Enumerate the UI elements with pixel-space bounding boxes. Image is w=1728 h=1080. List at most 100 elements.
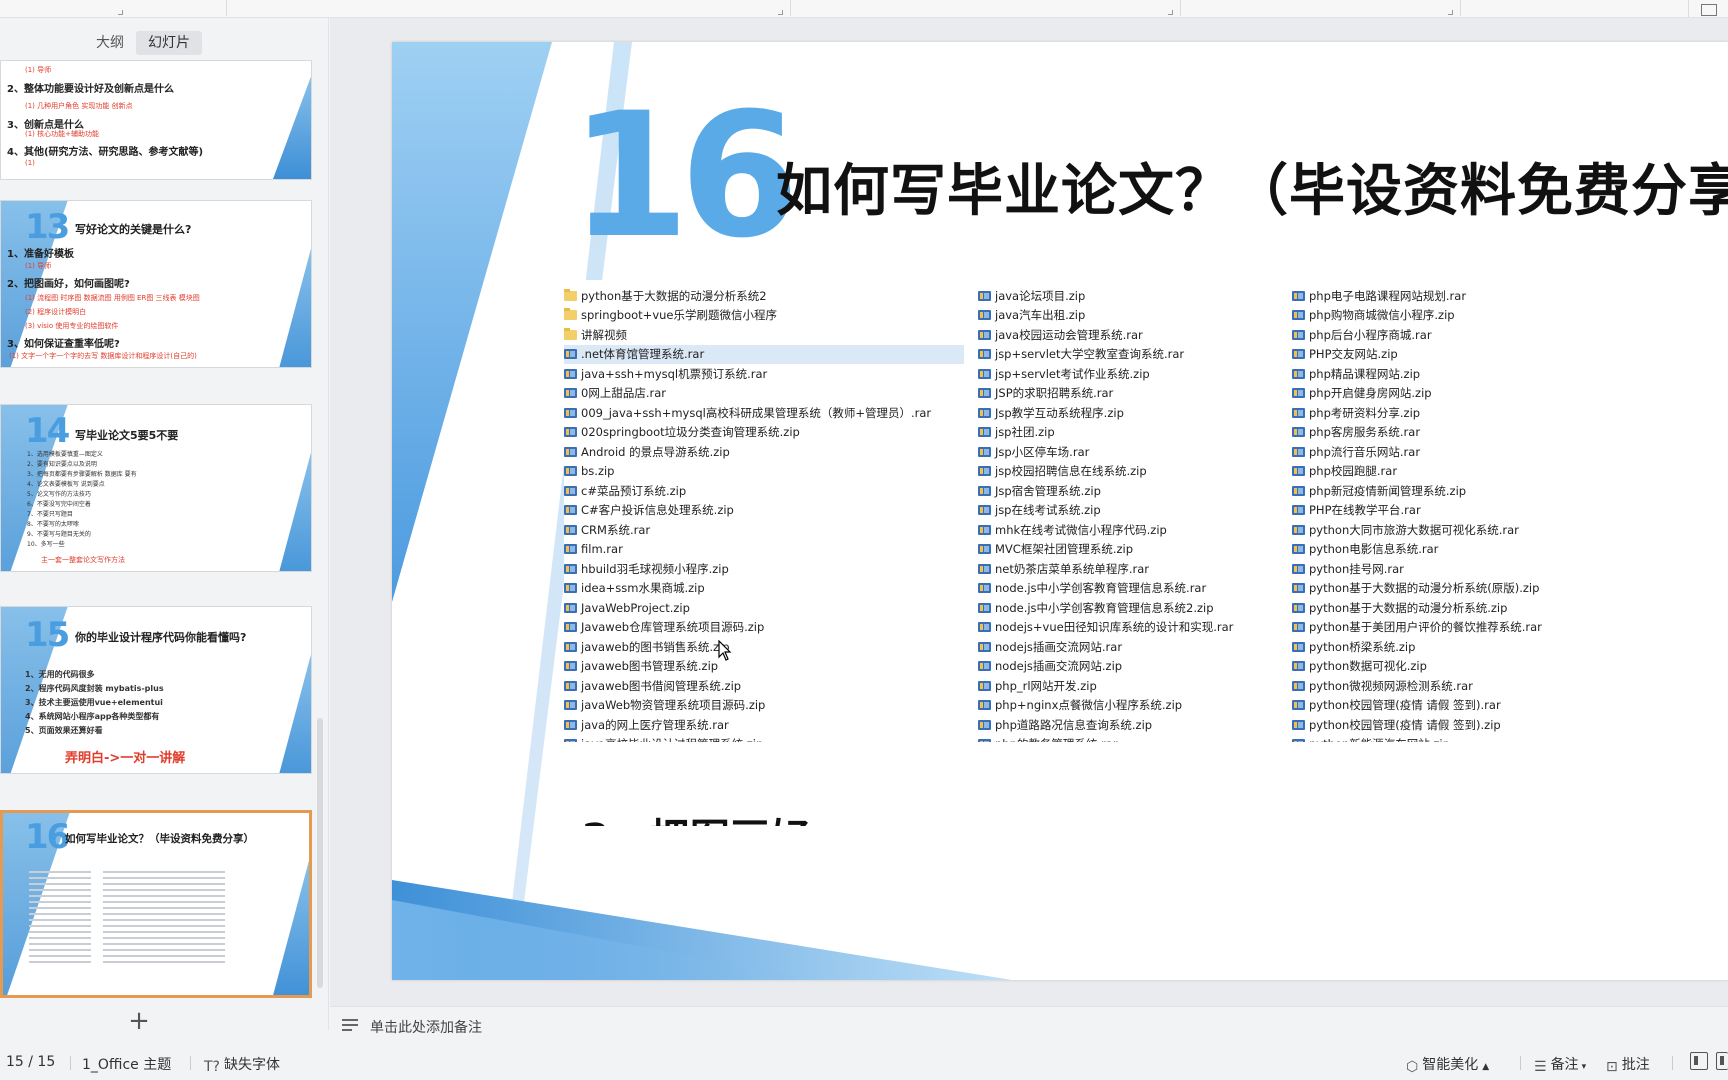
- file-item[interactable]: php客房服务系统.rar: [1292, 423, 1672, 443]
- file-item[interactable]: net奶茶店菜单系统单程序.rar: [978, 559, 1278, 579]
- file-item[interactable]: python校园管理(疫情 请假 签到).rar: [1292, 696, 1672, 716]
- file-item[interactable]: java的网上医疗管理系统.rar: [564, 715, 964, 735]
- theme-name[interactable]: 1_Office 主题: [82, 1054, 171, 1074]
- file-item[interactable]: C#客户投诉信息处理系统.zip: [564, 501, 964, 521]
- file-item[interactable]: MVC框架社团管理系统.zip: [978, 540, 1278, 560]
- file-item[interactable]: python挂号网.rar: [1292, 559, 1672, 579]
- file-item[interactable]: CRM系统.rar: [564, 520, 964, 540]
- file-item[interactable]: idea+ssm水果商城.zip: [564, 579, 964, 599]
- file-item[interactable]: php考研资料分享.zip: [1292, 403, 1672, 423]
- file-item[interactable]: php购物商城微信小程序.zip: [1292, 306, 1672, 326]
- file-item[interactable]: python基于大数据的动漫分析系统.zip: [1292, 598, 1672, 618]
- file-item[interactable]: JSP的求职招聘系统.rar: [978, 384, 1278, 404]
- file-item[interactable]: Jsp宿舍管理系统.zip: [978, 481, 1278, 501]
- file-item[interactable]: bs.zip: [564, 462, 964, 482]
- file-item[interactable]: nodejs插画交流网站.zip: [978, 657, 1278, 677]
- normal-view-icon[interactable]: [1690, 1052, 1708, 1070]
- file-item[interactable]: jsp在线考试系统.zip: [978, 501, 1278, 521]
- file-item[interactable]: film.rar: [564, 540, 964, 560]
- file-item[interactable]: mhk在线考试微信小程序代码.zip: [978, 520, 1278, 540]
- file-item[interactable]: java论坛项目.zip: [978, 286, 1278, 306]
- file-item[interactable]: python基于大数据的动漫分析系统2: [564, 286, 964, 306]
- window-control-button[interactable]: [1688, 0, 1728, 17]
- file-item[interactable]: java校园运动会管理系统.rar: [978, 325, 1278, 345]
- file-item[interactable]: java+ssh+mysql机票预订系统.rar: [564, 364, 964, 384]
- tab-outline[interactable]: 大纲: [84, 31, 136, 55]
- file-item[interactable]: javaweb图书借阅管理系统.zip: [564, 676, 964, 696]
- file-item[interactable]: nodejs插画交流网站.rar: [978, 637, 1278, 657]
- slide-thumbnail-13[interactable]: 13 写好论文的关键是什么? 1、准备好模板 (1) 导师 2、把图画好，如何画…: [0, 200, 312, 368]
- thumb-line-text: 3、技术主要运使用vue+elementui: [25, 698, 163, 707]
- group-launcher-icon[interactable]: [118, 10, 123, 15]
- file-item[interactable]: python数据可视化.zip: [1292, 657, 1672, 677]
- file-item[interactable]: javaweb的图书销售系统.zip: [564, 637, 964, 657]
- file-item[interactable]: .net体育馆管理系统.rar: [564, 344, 964, 364]
- missing-fonts-button[interactable]: T? 缺失字体: [204, 1054, 280, 1075]
- file-item[interactable]: php+nginx点餐微信小程序系统.zip: [978, 696, 1278, 716]
- add-slide-button[interactable]: +: [128, 1008, 150, 1034]
- file-item[interactable]: 009_java+ssh+mysql高校科研成果管理系统（教师+管理员）.rar: [564, 403, 964, 423]
- slide-section-heading[interactable]: 2、把图画好: [582, 806, 810, 826]
- slide-title[interactable]: 如何写毕业论文？（毕设资料免费分享）: [776, 146, 1728, 227]
- slide-sorter-view-icon[interactable]: [1716, 1052, 1728, 1070]
- file-item[interactable]: javaWeb物资管理系统项目源码.zip: [564, 696, 964, 716]
- file-item[interactable]: python微视频网源检测系统.rar: [1292, 676, 1672, 696]
- file-item[interactable]: Jsp小区停车场.rar: [978, 442, 1278, 462]
- comments-button[interactable]: ⊡ 批注: [1606, 1054, 1650, 1075]
- file-item[interactable]: JavaWebProject.zip: [564, 598, 964, 618]
- slides-panel-scrollbar[interactable]: [317, 718, 323, 988]
- file-item[interactable]: python新能源汽车网站.zip: [1292, 735, 1672, 742]
- file-item[interactable]: nodejs+vue田径知识库系统的设计和实现.rar: [978, 618, 1278, 638]
- group-launcher-icon[interactable]: [1168, 10, 1173, 15]
- file-item[interactable]: jsp+servlet大学空教室查询系统.rar: [978, 345, 1278, 365]
- file-item[interactable]: PHP在线教学平台.rar: [1292, 501, 1672, 521]
- file-item[interactable]: python电影信息系统.rar: [1292, 540, 1672, 560]
- notes-button[interactable]: ☰ 备注 ▾: [1534, 1054, 1586, 1075]
- file-item[interactable]: php新冠疫情新闻管理系统.zip: [1292, 481, 1672, 501]
- beautify-button[interactable]: ⬡ 智能美化 ▲: [1406, 1054, 1489, 1075]
- file-item[interactable]: python校园管理(疫情 请假 签到).zip: [1292, 715, 1672, 735]
- file-item[interactable]: php校园跑腿.rar: [1292, 462, 1672, 482]
- current-slide[interactable]: 16 如何写毕业论文？（毕设资料免费分享） 1、准备 2、把图画好 python…: [392, 42, 1728, 980]
- file-item[interactable]: 讲解视频: [564, 325, 964, 345]
- file-item[interactable]: php的教务管理系统.rar: [978, 735, 1278, 742]
- file-item[interactable]: Jsp教学互动系统程序.zip: [978, 403, 1278, 423]
- file-item[interactable]: PHP交友网站.zip: [1292, 345, 1672, 365]
- file-item[interactable]: hbuild羽毛球视频小程序.zip: [564, 559, 964, 579]
- file-item[interactable]: jsp校园招聘信息在线系统.zip: [978, 462, 1278, 482]
- group-launcher-icon[interactable]: [1448, 10, 1453, 15]
- slide-thumbnail-16[interactable]: 16 如何写毕业论文？（毕设资料免费分享）: [0, 810, 312, 998]
- notes-placeholder[interactable]: 单击此处添加备注: [370, 1017, 482, 1037]
- file-item[interactable]: javaweb图书管理系统.zip: [564, 657, 964, 677]
- file-item[interactable]: php_rl网站开发.zip: [978, 676, 1278, 696]
- file-item[interactable]: php精品课程网站.zip: [1292, 364, 1672, 384]
- notes-bar[interactable]: 单击此处添加备注: [330, 1006, 1728, 1044]
- file-item[interactable]: php道路路况信息查询系统.zip: [978, 715, 1278, 735]
- file-item[interactable]: php开启健身房网站.zip: [1292, 384, 1672, 404]
- file-item[interactable]: python基于大数据的动漫分析系统(原版).zip: [1292, 579, 1672, 599]
- file-item[interactable]: php后台小程序商城.rar: [1292, 325, 1672, 345]
- file-item[interactable]: springboot+vue乐学刷题微信小程序: [564, 306, 964, 326]
- file-item[interactable]: Javaweb仓库管理系统项目源码.zip: [564, 618, 964, 638]
- file-item[interactable]: java汽车出租.zip: [978, 306, 1278, 326]
- file-item[interactable]: node.js中小学创客教育管理信息系统2.zip: [978, 598, 1278, 618]
- file-item[interactable]: python基于美团用户评价的餐饮推荐系统.rar: [1292, 618, 1672, 638]
- file-item[interactable]: jsp社团.zip: [978, 423, 1278, 443]
- file-item[interactable]: 020springboot垃圾分类查询管理系统.zip: [564, 423, 964, 443]
- file-item[interactable]: Android 的景点导游系统.zip: [564, 442, 964, 462]
- file-item[interactable]: jsp+servlet考试作业系统.zip: [978, 364, 1278, 384]
- tab-slides[interactable]: 幻灯片: [136, 31, 202, 55]
- slide-thumbnail-15[interactable]: 15 你的毕业设计程序代码你能看懂吗? 1、无用的代码很多 2、程序代码风度封装…: [0, 606, 312, 774]
- file-item[interactable]: c#菜品预订系统.zip: [564, 481, 964, 501]
- file-item[interactable]: node.js中小学创客教育管理信息系统.rar: [978, 579, 1278, 599]
- file-item[interactable]: 0网上甜品店.rar: [564, 384, 964, 404]
- file-item[interactable]: python大同市旅游大数据可视化系统.rar: [1292, 520, 1672, 540]
- file-item[interactable]: php电子电路课程网站规划.rar: [1292, 286, 1672, 306]
- file-item[interactable]: php流行音乐网站.rar: [1292, 442, 1672, 462]
- group-launcher-icon[interactable]: [778, 10, 783, 15]
- file-list-image[interactable]: python基于大数据的动漫分析系统2 springboot+vue乐学刷题微信小…: [564, 280, 1728, 742]
- slide-thumbnail-12[interactable]: (1) 导师 2、整体功能要设计好及创新点是什么 (1) 几种用户角色 实现功能…: [0, 60, 312, 180]
- file-item[interactable]: python桥梁系统.zip: [1292, 637, 1672, 657]
- file-item[interactable]: java高校毕业设计过程管理系统.zip: [564, 735, 964, 742]
- slide-thumbnail-14[interactable]: 14 写毕业论文5要5不要 1、选用模板要慎重—图定义 2、要有知识要点以及说明…: [0, 404, 312, 572]
